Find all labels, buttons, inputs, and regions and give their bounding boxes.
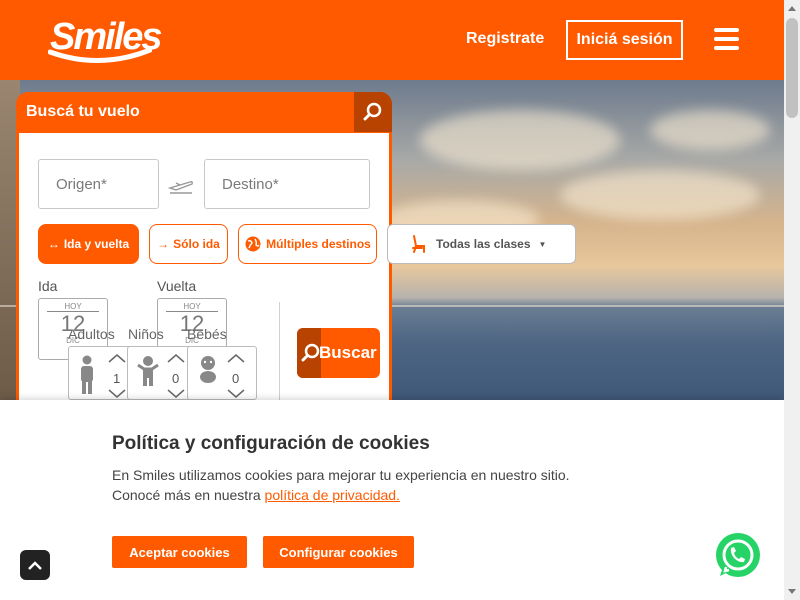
origin-placeholder: Origen* [56, 176, 107, 193]
configure-cookies-button[interactable]: Configurar cookies [263, 536, 414, 568]
register-link[interactable]: Registrate [466, 30, 544, 48]
trip-multi-button[interactable]: Múltiples destinos [238, 224, 377, 264]
chevron-down-icon[interactable] [107, 389, 127, 399]
privacy-policy-link[interactable]: política de privacidad. [265, 487, 400, 503]
scroll-up-icon[interactable] [784, 0, 800, 16]
cookie-title: Política y configuración de cookies [112, 433, 430, 454]
cookie-text-line1: En Smiles utilizamos cookies para mejora… [112, 467, 570, 483]
chevron-down-icon[interactable] [166, 389, 186, 399]
outbound-today: HOY [64, 302, 82, 311]
baby-icon [200, 356, 216, 383]
chevron-up-icon[interactable] [107, 353, 127, 363]
trip-multi-label: Múltiples destinos [266, 237, 371, 251]
cabin-class-label: Todas las clases [436, 237, 531, 251]
infants-label: Bebés [187, 326, 227, 342]
search-button-label: Buscar [319, 343, 377, 362]
panel-title: Buscá tu vuelo [26, 103, 140, 120]
caret-down-icon: ▼ [538, 239, 547, 249]
whatsapp-icon[interactable] [714, 532, 762, 580]
origin-input[interactable]: Origen* [38, 159, 159, 209]
back-to-top-button[interactable] [20, 550, 50, 580]
trip-oneway-label: Sólo ida [173, 237, 220, 251]
trip-round-button[interactable]: ↔ Ida y vuelta [38, 224, 139, 264]
chevron-down-icon[interactable] [226, 389, 246, 399]
children-label: Niños [128, 326, 164, 342]
search-icon[interactable] [354, 92, 392, 132]
scroll-thumb[interactable] [786, 18, 798, 118]
trip-round-label: Ida y vuelta [63, 237, 130, 251]
search-icon [301, 343, 320, 362]
infants-stepper[interactable]: 0 [187, 346, 257, 400]
adults-label: Adultos [68, 326, 115, 342]
chevron-up-icon[interactable] [166, 353, 186, 363]
adults-count: 1 [113, 371, 121, 386]
outbound-label: Ida [38, 278, 58, 294]
adult-icon [81, 355, 93, 394]
return-today: HOY [183, 302, 201, 311]
globe-icon [245, 236, 261, 252]
destination-placeholder: Destino* [222, 176, 279, 193]
divider [279, 302, 280, 400]
login-button[interactable]: Iniciá sesión [566, 20, 683, 60]
arrow-right-icon: → [157, 237, 170, 251]
cookie-text-line2: Conocé más en nuestra [112, 487, 261, 503]
arrows-both-icon: ↔ [47, 237, 60, 251]
destination-input[interactable]: Destino* [204, 159, 370, 209]
cabin-class-select[interactable]: Todas las clases ▼ [387, 224, 576, 264]
search-button[interactable]: Buscar [297, 328, 380, 378]
child-icon [137, 356, 159, 386]
return-label: Vuelta [157, 278, 197, 294]
site-header: Smiles Registrate Iniciá sesión [0, 0, 784, 80]
accept-cookies-button[interactable]: Aceptar cookies [112, 536, 247, 568]
cookie-text: En Smiles utilizamos cookies para mejora… [112, 465, 570, 505]
plane-icon [167, 176, 194, 199]
chevron-up-icon [28, 561, 42, 570]
cookie-banner: Política y configuración de cookies En S… [0, 400, 784, 600]
infants-count: 0 [232, 371, 240, 386]
trip-oneway-button[interactable]: → Sólo ida [149, 224, 228, 264]
smiles-logo[interactable]: Smiles [48, 14, 163, 64]
page-scrollbar[interactable] [784, 0, 800, 600]
children-count: 0 [172, 371, 180, 386]
chevron-up-icon[interactable] [226, 353, 246, 363]
scroll-down-icon[interactable] [784, 584, 800, 600]
hamburger-icon[interactable] [714, 28, 739, 52]
seat-icon [412, 235, 425, 253]
